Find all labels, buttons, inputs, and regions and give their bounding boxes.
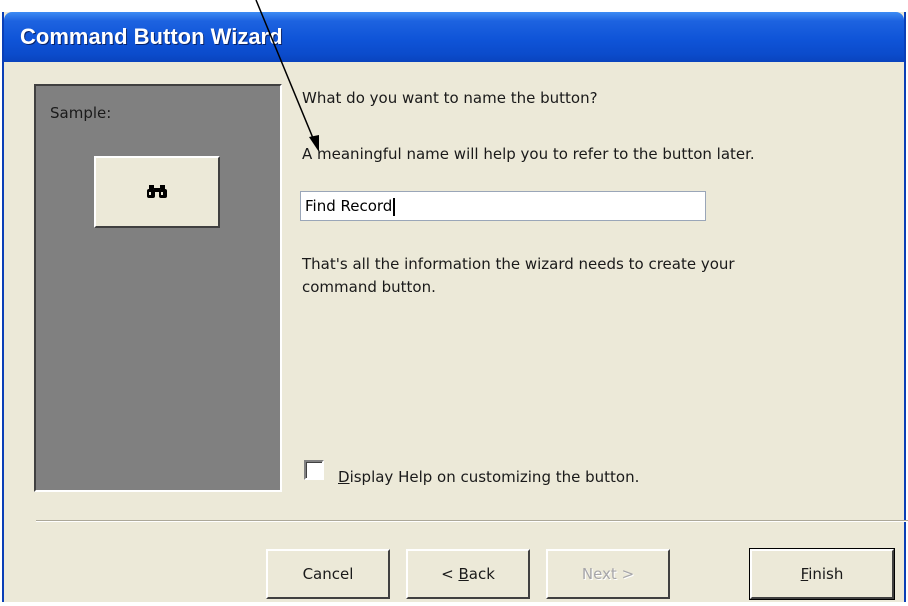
display-help-checkbox[interactable] bbox=[304, 460, 324, 480]
display-help-label-text: isplay Help on customizing the button. bbox=[349, 468, 640, 486]
back-label-rest: ack bbox=[468, 565, 495, 583]
button-name-input[interactable]: Find Record bbox=[300, 191, 706, 221]
name-question: What do you want to name the button? bbox=[302, 89, 598, 107]
next-button[interactable]: Next > bbox=[546, 549, 670, 599]
cancel-button-label: Cancel bbox=[302, 565, 354, 583]
screenshot-stage: Command Button Wizard Sample: What do yo… bbox=[0, 0, 908, 606]
sample-button bbox=[94, 156, 220, 228]
finish-button-label: Finish bbox=[801, 565, 844, 583]
display-help-mnemonic: D bbox=[338, 468, 350, 486]
back-mnemonic: B bbox=[458, 565, 469, 583]
info-text-line-2: command button. bbox=[302, 278, 436, 296]
next-button-label: Next > bbox=[581, 565, 635, 583]
text-caret bbox=[393, 197, 396, 216]
finish-label-rest: inish bbox=[808, 565, 844, 583]
cancel-button[interactable]: Cancel bbox=[266, 549, 390, 599]
back-button-label: < Back bbox=[441, 565, 495, 583]
back-button[interactable]: < Back bbox=[406, 549, 530, 599]
sample-label: Sample: bbox=[50, 104, 112, 122]
button-name-value: Find Record bbox=[305, 197, 393, 215]
wizard-dialog: Command Button Wizard Sample: What do yo… bbox=[2, 12, 908, 602]
back-prefix: < bbox=[441, 565, 459, 583]
binoculars-icon bbox=[147, 185, 167, 198]
finish-button[interactable]: Finish bbox=[749, 548, 895, 600]
sample-panel: Sample: bbox=[34, 84, 282, 492]
name-hint: A meaningful name will help you to refer… bbox=[302, 145, 755, 163]
title-bar[interactable]: Command Button Wizard bbox=[4, 12, 904, 62]
display-help-label[interactable]: Display Help on customizing the button. bbox=[338, 468, 639, 486]
button-separator bbox=[36, 520, 908, 522]
window-title: Command Button Wizard bbox=[20, 24, 283, 49]
info-text-line-1: That's all the information the wizard ne… bbox=[302, 255, 735, 273]
